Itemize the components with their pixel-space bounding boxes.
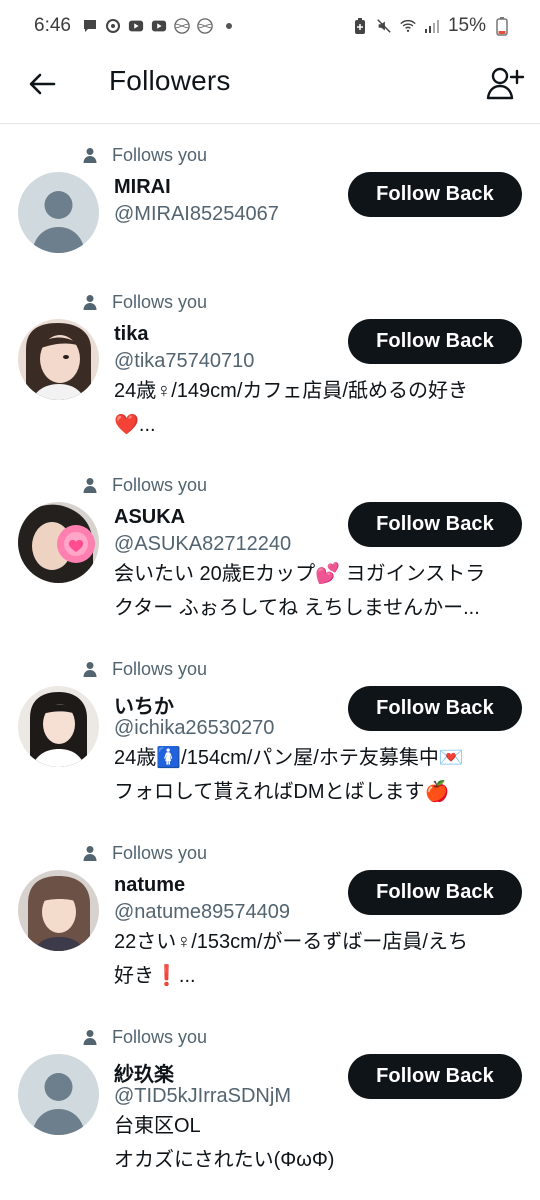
follower-row[interactable]: Follows you tika @tika75740710 24歳♀/149c…	[0, 271, 540, 454]
follower-row[interactable]: Follows you ASUKA @ASUKA82712240 会いたい 20…	[0, 454, 540, 638]
person-icon	[83, 846, 97, 861]
follow-back-button[interactable]: Follow Back	[348, 319, 522, 364]
bio-line: 22さい♀/153cm/がーるずばー店員/えち	[114, 931, 468, 953]
follows-you-indicator: Follows you	[82, 842, 207, 864]
bio-line: ❤️...	[114, 414, 156, 436]
follows-you-label: Follows you	[112, 291, 208, 312]
bio-line: オカズにされたい(ΦωΦ)	[114, 1149, 335, 1171]
back-button[interactable]	[26, 68, 58, 100]
bio-line: フォロして貰えればDMとばします🍎	[114, 781, 450, 803]
user-bio: 台東区OL オカズにされたい(ΦωΦ)	[114, 1109, 524, 1177]
display-name: natume	[114, 874, 186, 896]
bio-line: 24歳♀/149cm/カフェ店員/舐めるの好き	[114, 380, 468, 402]
battery-saver-icon	[352, 18, 368, 34]
user-handle: @ASUKA82712240	[114, 533, 292, 555]
bio-line: 会いたい 20歳Eカップ💕 ヨガインストラ	[114, 563, 486, 585]
bio-line: 24歳🚺/154cm/パン屋/ホテ友募集中💌	[114, 747, 464, 769]
youtube-icon	[151, 18, 167, 34]
more-notifications-dot	[225, 23, 232, 29]
clock: 6:46	[34, 15, 71, 36]
follower-row[interactable]: Follows you MIRAI @MIRAI85254067 Follow …	[0, 124, 540, 271]
display-name: いちか	[114, 696, 174, 718]
battery-percent: 15%	[447, 15, 486, 36]
status-bar: 6:46 15%	[0, 0, 540, 52]
user-handle: @natume89574409	[114, 901, 290, 923]
user-bio: 24歳♀/149cm/カフェ店員/舐めるの好き ❤️...	[114, 374, 524, 442]
status-bar-left: 6:46	[34, 15, 232, 37]
follower-row[interactable]: Follows you いちか @ichika26530270 24歳🚺/154…	[0, 638, 540, 822]
user-handle: @tika75740710	[114, 350, 255, 372]
follower-row[interactable]: Follows you 紗玖楽 @TID5kJIrraSDNjM 台東区OL オ…	[0, 1006, 540, 1186]
bio-line: クター ふぉろしてね えちしませんかー...	[114, 597, 480, 619]
person-icon	[83, 662, 97, 677]
follow-back-button[interactable]: Follow Back	[348, 870, 522, 915]
avatar[interactable]	[18, 172, 99, 253]
app-globe-icon	[197, 18, 213, 34]
user-bio: 会いたい 20歳Eカップ💕 ヨガインストラ クター ふぉろしてね えちしませんか…	[114, 557, 524, 625]
message-icon	[82, 18, 98, 34]
signal-icon	[424, 18, 440, 34]
person-icon	[83, 478, 97, 493]
display-name: 紗玖楽	[114, 1064, 174, 1086]
follows-you-label: Follows you	[112, 144, 208, 165]
display-name: ASUKA	[114, 506, 186, 528]
person-icon	[83, 1030, 97, 1045]
person-icon	[83, 148, 97, 163]
mute-icon	[376, 18, 392, 34]
follow-back-button[interactable]: Follow Back	[348, 1054, 522, 1099]
arrow-left-icon	[29, 73, 56, 95]
youtube-icon	[128, 18, 144, 34]
display-name: MIRAI	[114, 176, 171, 198]
user-bio: 22さい♀/153cm/がーるずばー店員/えち 好き❗...	[114, 925, 524, 993]
user-handle: @ichika26530270	[114, 717, 275, 739]
followers-list: Follows you MIRAI @MIRAI85254067 Follow …	[0, 124, 540, 1186]
follows-you-indicator: Follows you	[82, 474, 207, 496]
follows-you-indicator: Follows you	[82, 1026, 207, 1048]
app-globe-icon	[174, 18, 190, 34]
user-handle: @TID5kJIrraSDNjM	[114, 1085, 291, 1107]
page-title: Followers	[109, 65, 231, 96]
wifi-icon	[400, 18, 416, 34]
add-user-icon	[486, 67, 525, 100]
follows-you-label: Follows you	[112, 1026, 208, 1047]
add-user-button[interactable]	[485, 65, 525, 103]
top-app-bar: Followers	[0, 52, 540, 124]
follows-you-label: Follows you	[112, 658, 208, 679]
user-handle: @MIRAI85254067	[114, 203, 279, 225]
follows-you-indicator: Follows you	[82, 144, 207, 166]
avatar[interactable]	[18, 1054, 99, 1135]
avatar[interactable]	[18, 686, 99, 767]
display-name: tika	[114, 323, 149, 345]
person-icon	[83, 295, 97, 310]
sync-icon	[105, 18, 121, 34]
follows-you-indicator: Follows you	[82, 658, 207, 680]
status-bar-right: 15%	[352, 15, 510, 37]
battery-icon	[494, 17, 510, 36]
follows-you-label: Follows you	[112, 474, 208, 495]
follow-back-button[interactable]: Follow Back	[348, 172, 522, 217]
bio-line: 好き❗...	[114, 965, 196, 987]
follow-back-button[interactable]: Follow Back	[348, 686, 522, 731]
avatar[interactable]	[18, 502, 99, 583]
avatar[interactable]	[18, 319, 99, 400]
follows-you-label: Follows you	[112, 842, 208, 863]
user-bio: 24歳🚺/154cm/パン屋/ホテ友募集中💌 フォロして貰えればDMとばします🍎	[114, 741, 524, 809]
bio-line: 台東区OL	[114, 1115, 201, 1137]
avatar[interactable]	[18, 870, 99, 951]
follower-row[interactable]: Follows you natume @natume89574409 22さい♀…	[0, 822, 540, 1006]
follow-back-button[interactable]: Follow Back	[348, 502, 522, 547]
follows-you-indicator: Follows you	[82, 291, 207, 313]
